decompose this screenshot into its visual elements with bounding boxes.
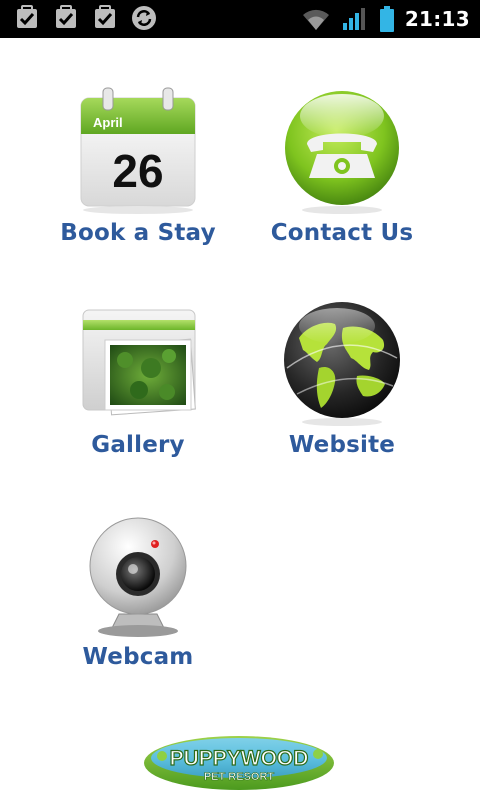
calendar-icon: April 26 xyxy=(73,86,203,216)
contact-us-tile[interactable]: Contact Us xyxy=(222,38,462,250)
gallery-icon xyxy=(73,298,203,428)
logo-name: PUPPYWOOD xyxy=(170,747,309,770)
contact-us-label: Contact Us xyxy=(270,220,414,246)
calendar-day: 26 xyxy=(112,145,163,197)
checkbox-icon xyxy=(95,5,115,28)
sync-icon xyxy=(132,6,156,30)
phone-icon xyxy=(277,86,407,216)
checkbox-icon xyxy=(56,5,76,28)
globe-icon xyxy=(277,298,407,428)
notification-icons xyxy=(14,5,157,31)
puppywood-logo: PUPPYWOOD PET RESORT xyxy=(142,734,336,792)
website-tile[interactable]: Website xyxy=(222,250,462,462)
signal-icon xyxy=(342,8,365,30)
webcam-tile[interactable]: Webcam xyxy=(18,462,258,674)
website-label: Website xyxy=(288,432,396,458)
battery-icon xyxy=(379,6,394,32)
webcam-label: Webcam xyxy=(82,644,194,670)
clock: 21:13 xyxy=(404,7,470,31)
wifi-icon xyxy=(302,9,329,30)
calendar-month: April xyxy=(93,115,123,130)
logo-tagline: PET RESORT xyxy=(204,771,275,783)
system-indicators: 21:13 xyxy=(301,0,470,38)
menu-grid: April 26 Book a Stay Contact Us Gallery … xyxy=(0,38,480,758)
status-bar: 21:13 xyxy=(0,0,480,38)
checkbox-icon xyxy=(17,5,37,28)
webcam-icon xyxy=(73,510,203,640)
